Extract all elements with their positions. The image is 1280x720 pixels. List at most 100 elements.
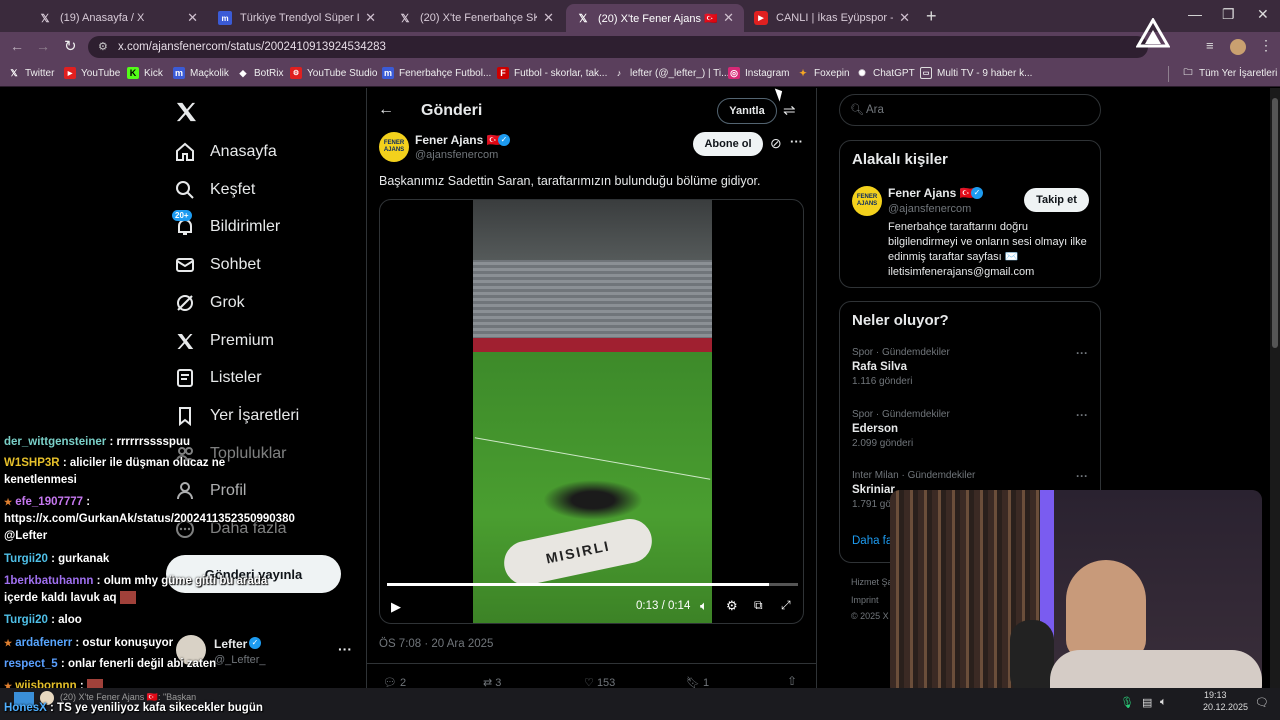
bookmark-flashscore[interactable]: F Futbol - skorlar, tak... (497, 67, 607, 79)
trend-more-icon[interactable]: ··· (1076, 346, 1088, 360)
all-bookmarks-folder[interactable]: 🗀 Tüm Yer İşaretleri (1182, 67, 1277, 79)
subscribe-button[interactable]: Abone ol (693, 132, 763, 156)
forward-icon[interactable]: → (36, 38, 50, 54)
network-icon[interactable]: ▤ (1142, 696, 1152, 709)
address-bar[interactable]: ⚙ x.com/ajansfenercom/status/20024109139… (88, 36, 1148, 58)
more-icon[interactable]: ··· (790, 134, 803, 149)
bookmark-mackolik[interactable]: m Maçkolik (173, 67, 229, 79)
instagram-icon: ◎ (728, 67, 740, 79)
show-more-link[interactable]: Daha fa (852, 535, 892, 547)
badge-icon: ★ (4, 497, 13, 507)
related-avatar[interactable]: FENER AJANS (852, 186, 882, 216)
bookmark-youtube[interactable]: ▶ YouTube (64, 67, 120, 79)
minimize-icon[interactable]: — (1188, 6, 1202, 22)
bookmark-fenerbahce-futbol[interactable]: m Fenerbahçe Futbol... (382, 67, 491, 79)
bookmark-chatgpt[interactable]: ✺ ChatGPT (856, 67, 914, 79)
like-action[interactable]: ♡ 153 (584, 676, 615, 689)
sidebar-item-listeler[interactable]: Listeler (174, 367, 262, 389)
reply-button[interactable]: Yanıtla (717, 98, 777, 124)
author-handle[interactable]: @ajansfenercom (415, 149, 498, 161)
clock-date[interactable]: 20.12.2025 (1203, 702, 1248, 712)
notification-center-icon[interactable]: 🗨︎ (1255, 696, 1269, 709)
bookmark-instagram[interactable]: ◎ Instagram (728, 67, 789, 79)
tab-anasayfa[interactable]: 𝕏 (19) Anasayfa / X ✕ (28, 4, 208, 32)
trend-more-icon[interactable]: ··· (1076, 408, 1088, 422)
new-tab-button[interactable]: + (926, 6, 937, 27)
bookmark-tiktok[interactable]: ♪ lefter (@_lefter_) | Ti... (613, 67, 730, 79)
scrollbar-thumb[interactable] (1272, 98, 1278, 348)
search-input[interactable]: 🔍︎ Ara (839, 94, 1101, 126)
share-icon[interactable]: ⇧ (787, 674, 797, 688)
footer-link[interactable]: Imprint (851, 595, 879, 605)
settings-icon[interactable]: ⚙ (726, 598, 738, 614)
volume-icon[interactable]: 🔈︎ (700, 598, 708, 614)
sidebar-item-yer-isaretleri[interactable]: Yer İşaretleri (174, 405, 299, 427)
folder-icon: 🗀 (1183, 67, 1193, 77)
close-icon[interactable]: ✕ (365, 10, 376, 26)
back-icon[interactable]: ← (10, 38, 24, 54)
reload-icon[interactable]: ↻ (64, 37, 77, 55)
bookmark-twitter[interactable]: 𝕏 Twitter (8, 67, 54, 79)
menu-dots-icon[interactable]: ⋮ (1259, 37, 1273, 54)
x-icon: 𝕏 (10, 67, 18, 78)
bookmark-multitv[interactable]: ▭ Multi TV - 9 haber k... (920, 67, 1032, 79)
tab-canli-eyupspor[interactable]: ▶ CANLI | İkas Eyüpspor - Fen ✕ (744, 4, 920, 32)
botrix-icon: ◆ (239, 67, 247, 78)
trend-item[interactable]: Spor · Gündemdekiler Rafa Silva 1.116 gö… (852, 347, 950, 387)
tab-fener-ajans[interactable]: 𝕏 (20) X'te Fener Ajans 🇹🇷: "Başkan ✕ (566, 4, 744, 32)
webcam-overlay (890, 490, 1262, 696)
tab-super-lig[interactable]: m Türkiye Trendyol Süper Lig 2025 ✕ (208, 4, 386, 32)
profile-avatar[interactable] (1230, 39, 1246, 55)
bookmark-foxepin[interactable]: ✦ Foxepin (797, 67, 849, 79)
close-window-icon[interactable]: ✕ (1257, 6, 1269, 23)
author-avatar[interactable]: FENER AJANS (379, 132, 409, 162)
filter-icon[interactable]: ⇌ (783, 101, 796, 119)
back-arrow-icon[interactable]: ← (378, 101, 394, 119)
close-icon[interactable]: ✕ (187, 10, 198, 26)
chatgpt-icon: ✺ (858, 67, 866, 78)
x-logo-icon[interactable] (175, 102, 197, 122)
bookmark-botrix[interactable]: ◆ BotRix (237, 67, 284, 79)
sidebar-item-anasayfa[interactable]: Anasayfa (174, 141, 277, 163)
sidebar-item-sohbet[interactable]: Sohbet (174, 254, 261, 276)
grok-icon[interactable]: ⊘ (770, 135, 782, 152)
sidebar-item-grok[interactable]: Grok (174, 292, 245, 314)
tab-fenerbahce-sk[interactable]: 𝕏 (20) X'te Fenerbahçe SK: "Kamu ✕ (388, 4, 564, 32)
pip-icon[interactable]: ⧉ (754, 598, 763, 613)
site-settings-icon[interactable]: ⚙ (98, 36, 108, 58)
fullscreen-icon[interactable]: ⤢ (781, 598, 791, 613)
foxepin-icon: ✦ (799, 67, 807, 78)
bookmark-youtube-studio[interactable]: ⚙ YouTube Studio (290, 67, 377, 79)
play-icon[interactable]: ▶ (391, 599, 401, 615)
trend-item[interactable]: Spor · Gündemdekiler Ederson 2.099 gönde… (852, 409, 950, 449)
clock-time[interactable]: 19:13 (1204, 690, 1227, 700)
mic-icon[interactable]: 🎙︎ (1120, 696, 1134, 709)
queue-icon[interactable]: ≡ (1206, 38, 1214, 53)
page-scrollbar[interactable] (1270, 88, 1280, 688)
video-player[interactable]: MISIRLI ▶ 0:13 / 0:14 🔈︎ ⚙ ⧉ ⤢ (379, 199, 804, 624)
repost-action[interactable]: ⇄ 3 (483, 676, 501, 689)
related-name[interactable]: Fener Ajans 🇹🇷 (888, 186, 975, 200)
close-icon[interactable]: ✕ (543, 10, 554, 26)
post-timestamp[interactable]: ÖS 7:08 · 20 Ara 2025 (379, 638, 493, 650)
bookmarks-bar: 𝕏 Twitter ▶ YouTube K Kick m Maçkolik ◆ BotRi… (0, 62, 1280, 87)
volume-icon[interactable]: 🔈︎ (1160, 696, 1167, 709)
account-more-icon[interactable]: ··· (338, 641, 352, 657)
chat-message: ★ efe_1907777 : https://x.com/GurkanAk/s… (4, 496, 295, 542)
sidebar-item-bildirimler[interactable]: 20+ Bildirimler (172, 210, 280, 238)
footer-link[interactable]: Hizmet Şa (851, 577, 893, 587)
trend-more-icon[interactable]: ··· (1076, 469, 1088, 483)
bookmark-action[interactable]: 🔖︎ 1 (686, 676, 709, 689)
author-name[interactable]: Fener Ajans 🇹🇷 (415, 133, 502, 147)
sidebar-item-premium[interactable]: Premium (174, 330, 274, 352)
follow-button[interactable]: Takip et (1024, 188, 1089, 212)
close-icon[interactable]: ✕ (899, 10, 910, 26)
mackolik-icon: m (382, 67, 394, 79)
close-icon[interactable]: ✕ (723, 10, 734, 26)
restore-icon[interactable]: ❐ (1222, 6, 1235, 23)
multitv-icon: ▭ (920, 67, 932, 79)
sidebar-item-kesfet[interactable]: Keşfet (174, 179, 255, 201)
reply-action[interactable]: 💬︎ 2 (383, 676, 406, 689)
video-progress-track[interactable] (387, 583, 798, 586)
bookmark-kick[interactable]: K Kick (127, 67, 163, 79)
